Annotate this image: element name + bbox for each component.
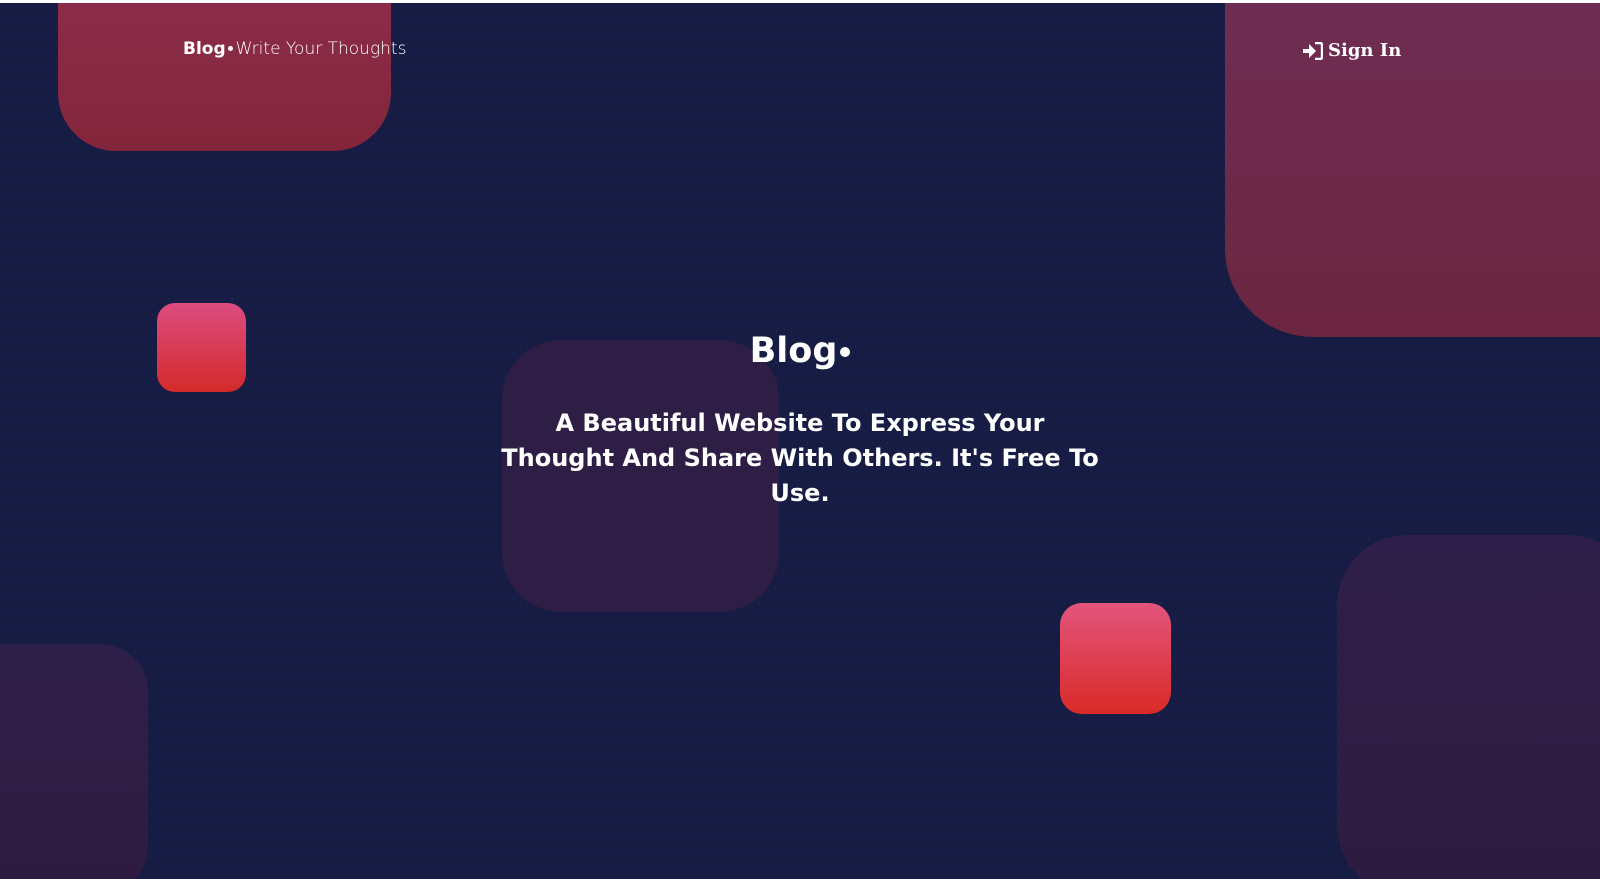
decorative-shape-top-left	[58, 3, 391, 151]
decorative-shape-bottom-right	[1337, 535, 1600, 879]
sign-in-icon	[1303, 42, 1323, 60]
hero-title: Blog	[0, 329, 1600, 373]
sign-in-label: Sign In	[1328, 40, 1402, 61]
decorative-shape-bottom-left	[0, 644, 148, 879]
brand-logo-link[interactable]: Blog Write Your Thoughts	[183, 37, 406, 61]
brand-name: Blog	[183, 39, 226, 59]
brand-dot	[227, 45, 233, 51]
sign-in-button[interactable]: Sign In	[1303, 39, 1401, 63]
brand-tagline: Write Your Thoughts	[235, 39, 407, 59]
hero-title-dot	[840, 347, 851, 357]
decorative-square-right	[1060, 603, 1171, 714]
landing-page: Blog Write Your Thoughts Sign In Blog A B…	[0, 3, 1600, 879]
decorative-shape-top-right	[1225, 3, 1600, 337]
hero-title-text: Blog	[749, 331, 838, 371]
hero-subtitle: A Beautiful Website To Express Your Thou…	[501, 409, 1099, 507]
